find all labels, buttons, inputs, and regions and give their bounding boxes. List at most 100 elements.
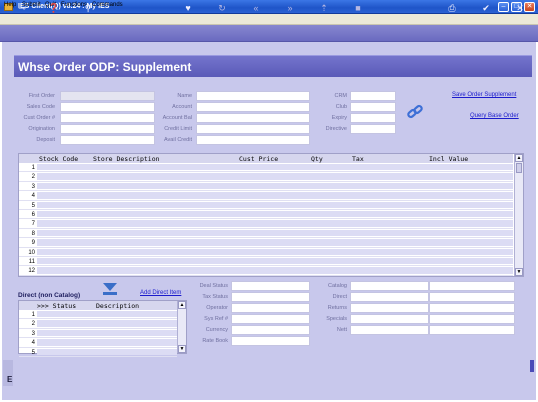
grid-scrollbar[interactable]: ▲ ▼ bbox=[514, 154, 523, 276]
row-cells[interactable] bbox=[37, 348, 177, 355]
upload-icon[interactable]: ⇡ bbox=[318, 3, 330, 14]
tax-status-field[interactable] bbox=[231, 292, 310, 302]
expiry-field[interactable] bbox=[350, 113, 396, 123]
specials-field-2[interactable] bbox=[429, 314, 515, 324]
key-icon[interactable]: ⊸ bbox=[12, 3, 32, 14]
row-cells[interactable] bbox=[37, 258, 513, 265]
help-icon[interactable]: ❓ bbox=[48, 3, 60, 14]
table-row[interactable]: 5 bbox=[19, 201, 513, 210]
table-row[interactable]: 4 bbox=[19, 191, 513, 201]
nett-field-2[interactable] bbox=[429, 325, 515, 335]
first-order-field[interactable] bbox=[60, 91, 155, 101]
direct-field[interactable] bbox=[350, 292, 429, 302]
close-icon[interactable]: ✕ bbox=[514, 3, 526, 14]
returns-field[interactable] bbox=[350, 303, 429, 313]
direct-scroll-down[interactable]: ▼ bbox=[178, 345, 186, 353]
row-cells[interactable] bbox=[37, 329, 177, 337]
table-row[interactable]: 5 bbox=[19, 348, 177, 357]
catalog-field[interactable] bbox=[350, 281, 429, 291]
sys-ref-field[interactable] bbox=[231, 314, 310, 324]
club-field[interactable] bbox=[350, 102, 396, 112]
directive-field[interactable] bbox=[350, 124, 396, 134]
forward-icon[interactable]: » bbox=[284, 3, 296, 14]
table-row[interactable]: 7 bbox=[19, 219, 513, 229]
currency-field[interactable] bbox=[231, 325, 310, 335]
sales-code-field[interactable] bbox=[60, 102, 155, 112]
label-rate-book: Rate Book bbox=[202, 338, 228, 344]
menu-commands[interactable]: Commands bbox=[92, 2, 123, 8]
table-row[interactable]: 1 bbox=[19, 310, 177, 320]
catalog-field-2[interactable] bbox=[429, 281, 515, 291]
heart-icon[interactable]: ♥ bbox=[182, 3, 194, 14]
label-direct: Direct bbox=[332, 294, 347, 300]
down-arrow-icon[interactable] bbox=[100, 281, 120, 297]
row-cells[interactable] bbox=[37, 339, 177, 346]
avail-credit-field[interactable] bbox=[196, 135, 310, 145]
check-icon[interactable]: ✔ bbox=[480, 3, 492, 14]
table-row[interactable]: 3 bbox=[19, 182, 513, 192]
specials-field[interactable] bbox=[350, 314, 429, 324]
label-tax-status: Tax Status bbox=[202, 294, 228, 300]
credit-limit-field[interactable] bbox=[196, 124, 310, 134]
print-icon[interactable]: ⎙ bbox=[446, 3, 458, 14]
name-field[interactable] bbox=[196, 91, 310, 101]
row-number: 5 bbox=[31, 349, 35, 356]
row-cells[interactable] bbox=[37, 182, 513, 190]
row-cells[interactable] bbox=[37, 192, 513, 199]
returns-field-2[interactable] bbox=[429, 303, 515, 313]
label-crm: CRM bbox=[334, 93, 347, 99]
table-row[interactable]: 2 bbox=[19, 319, 177, 329]
direct-field-2[interactable] bbox=[429, 292, 515, 302]
table-row[interactable]: 10 bbox=[19, 248, 513, 257]
table-row[interactable]: 11 bbox=[19, 257, 513, 267]
crm-field[interactable] bbox=[350, 91, 396, 101]
operator-field[interactable] bbox=[231, 303, 310, 313]
scroll-thumb[interactable] bbox=[516, 163, 522, 173]
row-cells[interactable] bbox=[37, 164, 513, 171]
minimize-button[interactable]: – bbox=[498, 2, 509, 12]
query-base-order-link[interactable]: Query Base Order bbox=[470, 113, 519, 119]
deposit-field[interactable] bbox=[60, 135, 155, 145]
direct-scrollbar[interactable]: ▲ ▼ bbox=[177, 301, 186, 353]
table-row[interactable]: 9 bbox=[19, 238, 513, 248]
row-cells[interactable] bbox=[37, 201, 513, 208]
account-field[interactable] bbox=[196, 102, 310, 112]
table-row[interactable]: 3 bbox=[19, 329, 177, 339]
row-cells[interactable] bbox=[37, 311, 177, 318]
label-deposit: Deposit bbox=[36, 137, 55, 143]
row-cells[interactable] bbox=[37, 220, 513, 227]
row-cells[interactable] bbox=[37, 267, 513, 274]
rewind-icon[interactable]: « bbox=[250, 3, 262, 14]
row-cells[interactable] bbox=[37, 320, 177, 327]
deal-status-field[interactable] bbox=[231, 281, 310, 291]
table-row[interactable]: 6 bbox=[19, 210, 513, 220]
scroll-down-button[interactable]: ▼ bbox=[515, 268, 523, 276]
link-icon[interactable] bbox=[406, 104, 424, 120]
save-order-supplement-link[interactable]: Save Order Supplement bbox=[452, 92, 516, 98]
row-number: 5 bbox=[31, 202, 35, 209]
add-direct-item-link[interactable]: Add Direct Item bbox=[140, 290, 181, 296]
table-row[interactable]: 4 bbox=[19, 338, 177, 348]
table-row[interactable]: 8 bbox=[19, 229, 513, 239]
account-bal-field[interactable] bbox=[196, 113, 310, 123]
cust-order-field[interactable] bbox=[60, 113, 155, 123]
table-row[interactable]: 12 bbox=[19, 266, 513, 276]
rate-book-field[interactable] bbox=[231, 336, 310, 346]
table-row[interactable]: 1 bbox=[19, 163, 513, 173]
col-store-description: Store Description bbox=[93, 155, 160, 163]
row-cells[interactable] bbox=[37, 248, 513, 255]
refresh-icon[interactable]: ↻ bbox=[216, 3, 228, 14]
row-cells[interactable] bbox=[37, 173, 513, 180]
direct-scroll-up[interactable]: ▲ bbox=[178, 301, 186, 309]
row-cells[interactable] bbox=[37, 229, 513, 237]
origination-field[interactable] bbox=[60, 124, 155, 134]
nett-field[interactable] bbox=[350, 325, 429, 335]
label-avail-credit: Avail Credit bbox=[163, 137, 192, 143]
row-cells[interactable] bbox=[37, 239, 513, 246]
col-status: >>> Status bbox=[37, 302, 77, 310]
scroll-up-button[interactable]: ▲ bbox=[515, 154, 523, 162]
row-cells[interactable] bbox=[37, 211, 513, 218]
search-icon[interactable]: ⚲ bbox=[82, 3, 94, 14]
stop-icon[interactable]: ■ bbox=[352, 3, 364, 14]
table-row[interactable]: 2 bbox=[19, 172, 513, 182]
